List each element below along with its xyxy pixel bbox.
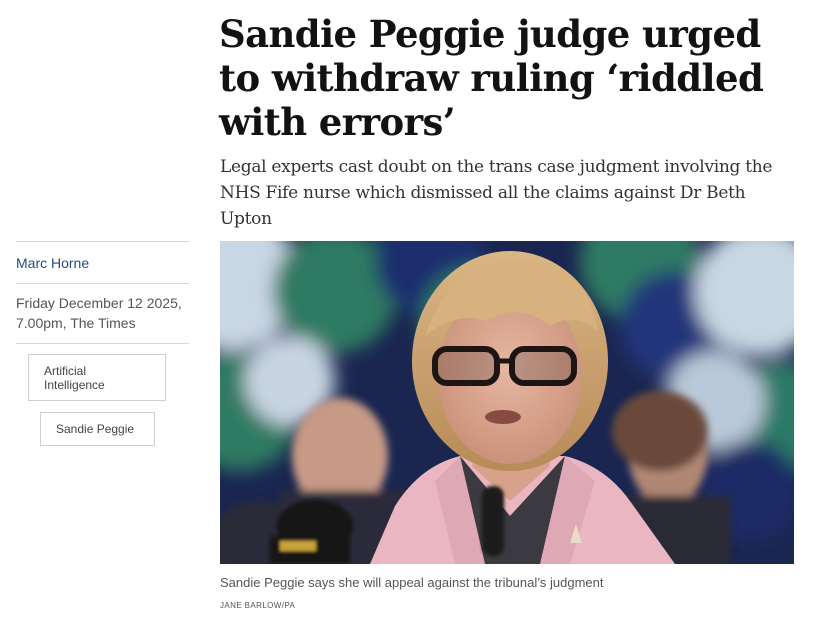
article-photo: [220, 241, 794, 564]
article-standfirst: Legal experts cast doubt on the trans ca…: [220, 157, 773, 229]
publish-dateline: Friday December 12 2025, 7.00pm, The Tim…: [16, 284, 189, 343]
photo-caption: Sandie Peggie says she will appeal again…: [220, 575, 604, 590]
tag-artificial-intelligence[interactable]: Artificial Intelligence: [28, 354, 166, 401]
photo-illustration: [220, 241, 794, 564]
tag-sandie-peggie[interactable]: Sandie Peggie: [40, 412, 155, 446]
publish-time-source: 7.00pm, The Times: [16, 315, 136, 331]
author-link[interactable]: Marc Horne: [16, 242, 189, 283]
topic-tags: Artificial Intelligence Sandie Peggie: [16, 344, 189, 446]
article-meta: Marc Horne Friday December 12 2025, 7.00…: [16, 241, 189, 446]
publish-date: Friday December 12 2025,: [16, 295, 182, 311]
photo-credit: JANE BARLOW/PA: [220, 601, 296, 610]
article-headline: Sandie Peggie judge urged to withdraw ru…: [219, 12, 764, 144]
